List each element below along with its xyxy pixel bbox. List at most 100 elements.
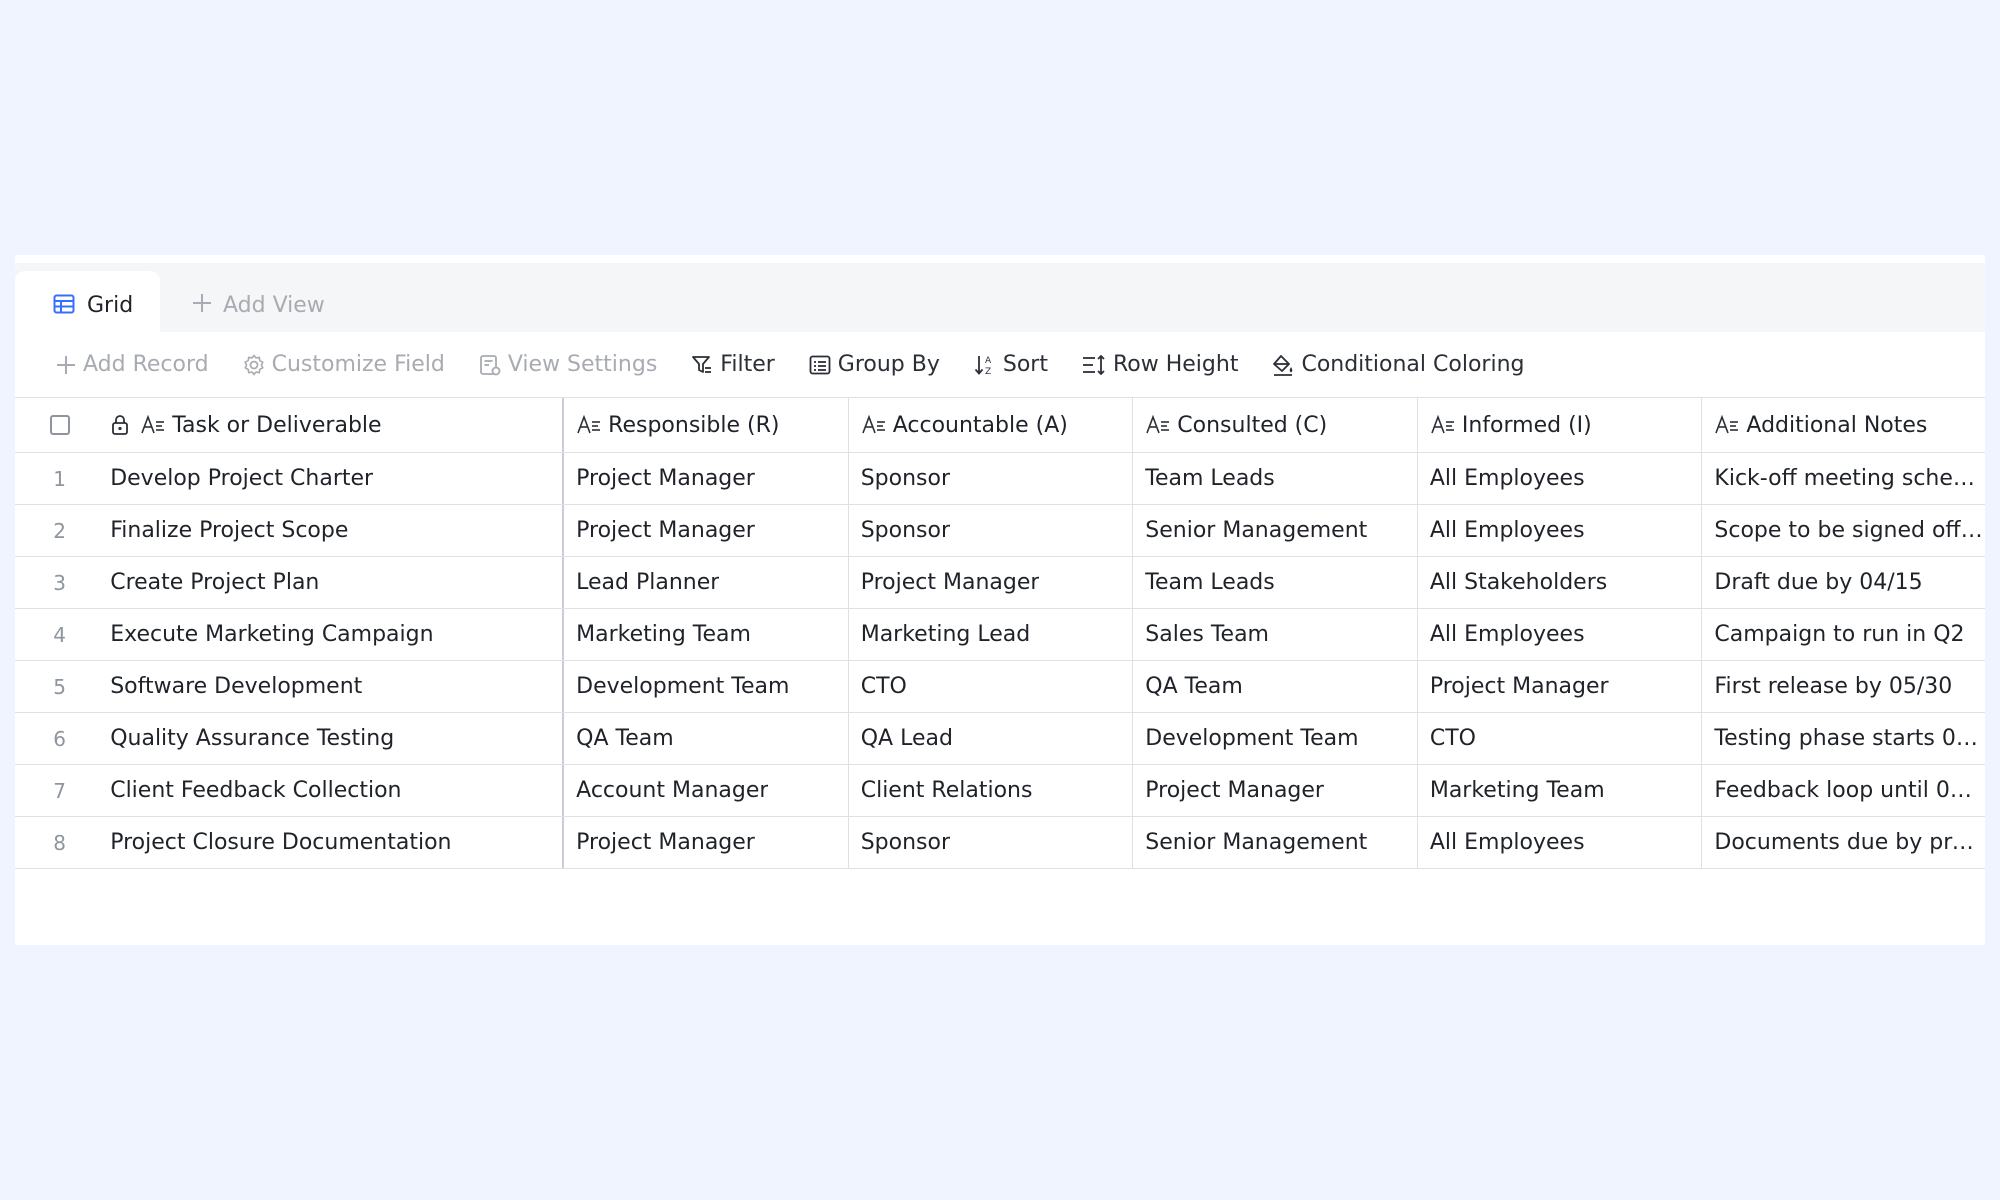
plus-icon	[55, 354, 77, 376]
cell-task[interactable]: Quality Assurance Testing	[104, 713, 565, 764]
plus-icon	[191, 292, 213, 320]
sort-button[interactable]: A Z Sort	[973, 352, 1048, 377]
cell-responsible[interactable]: Project Manager	[564, 453, 849, 504]
column-header-responsible-label: Responsible (R)	[608, 412, 780, 438]
table-row[interactable]: 7 Client Feedback Collection Account Man…	[15, 765, 1985, 817]
cell-responsible-text: Lead Planner	[576, 570, 720, 595]
column-header-accountable[interactable]: Accountable (A)	[849, 398, 1134, 452]
cell-accountable[interactable]: Client Relations	[849, 765, 1134, 816]
cell-notes[interactable]: Documents due by proj...	[1702, 817, 1985, 868]
cell-informed[interactable]: Marketing Team	[1418, 765, 1703, 816]
cell-accountable[interactable]: Project Manager	[849, 557, 1134, 608]
group-by-label: Group By	[837, 352, 940, 377]
customize-field-button[interactable]: Customize Field	[242, 352, 445, 377]
row-number-cell[interactable]: 1	[15, 453, 104, 504]
group-by-button[interactable]: Group By	[808, 352, 940, 377]
cell-responsible[interactable]: Marketing Team	[564, 609, 849, 660]
row-number-cell[interactable]: 5	[15, 661, 104, 712]
row-number-cell[interactable]: 2	[15, 505, 104, 556]
cell-informed[interactable]: All Stakeholders	[1418, 557, 1703, 608]
table-row[interactable]: 4 Execute Marketing Campaign Marketing T…	[15, 609, 1985, 661]
table-row[interactable]: 2 Finalize Project Scope Project Manager…	[15, 505, 1985, 557]
cell-notes[interactable]: Scope to be signed off b...	[1702, 505, 1985, 556]
cell-consulted[interactable]: Development Team	[1133, 713, 1418, 764]
cell-informed-text: Project Manager	[1429, 674, 1609, 699]
tab-grid[interactable]: Grid	[15, 271, 160, 340]
table-row[interactable]: 1 Develop Project Charter Project Manage…	[15, 453, 1985, 505]
cell-notes[interactable]: Draft due by 04/15	[1702, 557, 1985, 608]
cell-notes[interactable]: Kick-off meeting schedul...	[1702, 453, 1985, 504]
cell-accountable[interactable]: Sponsor	[849, 817, 1134, 868]
cell-responsible[interactable]: QA Team	[564, 713, 849, 764]
table-row[interactable]: 5 Software Development Development Team …	[15, 661, 1985, 713]
add-record-button[interactable]: Add Record	[55, 352, 209, 377]
cell-accountable-text: Sponsor	[860, 830, 951, 855]
cell-accountable[interactable]: Sponsor	[849, 453, 1134, 504]
row-height-button[interactable]: Row Height	[1081, 352, 1238, 377]
cell-consulted[interactable]: Team Leads	[1133, 453, 1418, 504]
table-row[interactable]: 3 Create Project Plan Lead Planner Proje…	[15, 557, 1985, 609]
column-header-responsible[interactable]: Responsible (R)	[564, 398, 849, 452]
cell-notes[interactable]: Testing phase starts 06/01	[1702, 713, 1985, 764]
table-row[interactable]: 6 Quality Assurance Testing QA Team QA L…	[15, 713, 1985, 765]
cell-accountable[interactable]: Sponsor	[849, 505, 1134, 556]
cell-consulted[interactable]: Senior Management	[1133, 817, 1418, 868]
table-row[interactable]: 8 Project Closure Documentation Project …	[15, 817, 1985, 869]
cell-responsible[interactable]: Account Manager	[564, 765, 849, 816]
cell-informed[interactable]: All Employees	[1418, 453, 1703, 504]
select-all-checkbox[interactable]	[49, 415, 70, 435]
column-header-task[interactable]: Task or Deliverable	[104, 398, 565, 452]
paint-bucket-icon	[1271, 353, 1295, 377]
row-number: 1	[53, 466, 66, 491]
row-number-cell[interactable]: 7	[15, 765, 104, 816]
filter-button[interactable]: Filter	[690, 352, 775, 377]
cell-informed[interactable]: All Employees	[1418, 609, 1703, 660]
cell-consulted[interactable]: Project Manager	[1133, 765, 1418, 816]
cell-responsible[interactable]: Development Team	[564, 661, 849, 712]
cell-responsible[interactable]: Project Manager	[564, 817, 849, 868]
cell-informed[interactable]: CTO	[1418, 713, 1703, 764]
cell-notes[interactable]: Feedback loop until 07/01	[1702, 765, 1985, 816]
cell-task[interactable]: Software Development	[104, 661, 565, 712]
cell-responsible-text: Project Manager	[576, 830, 755, 855]
select-all-cell[interactable]	[15, 398, 104, 452]
sort-label: Sort	[1002, 352, 1048, 377]
conditional-coloring-button[interactable]: Conditional Coloring	[1271, 352, 1524, 377]
cell-notes[interactable]: Campaign to run in Q2	[1702, 609, 1985, 660]
cell-task-text: Quality Assurance Testing	[110, 726, 395, 751]
cell-consulted[interactable]: Senior Management	[1133, 505, 1418, 556]
cell-task[interactable]: Client Feedback Collection	[104, 765, 565, 816]
cell-task-text: Software Development	[110, 674, 363, 699]
row-number: 8	[53, 830, 66, 855]
row-number-cell[interactable]: 4	[15, 609, 104, 660]
row-number-cell[interactable]: 3	[15, 557, 104, 608]
cell-task[interactable]: Develop Project Charter	[104, 453, 565, 504]
cell-consulted[interactable]: Sales Team	[1133, 609, 1418, 660]
cell-task[interactable]: Finalize Project Scope	[104, 505, 565, 556]
cell-accountable[interactable]: CTO	[849, 661, 1134, 712]
row-number-cell[interactable]: 6	[15, 713, 104, 764]
cell-notes[interactable]: First release by 05/30	[1702, 661, 1985, 712]
column-header-informed[interactable]: Informed (I)	[1418, 398, 1703, 452]
column-header-notes[interactable]: Additional Notes	[1702, 398, 1985, 452]
column-header-consulted[interactable]: Consulted (C)	[1133, 398, 1418, 452]
cell-consulted-text: Team Leads	[1145, 466, 1275, 491]
row-number-cell[interactable]: 8	[15, 817, 104, 868]
cell-task[interactable]: Create Project Plan	[104, 557, 565, 608]
view-tab-bar: Grid Add View	[15, 263, 1985, 340]
cell-informed[interactable]: All Employees	[1418, 505, 1703, 556]
cell-consulted[interactable]: Team Leads	[1133, 557, 1418, 608]
cell-accountable[interactable]: Marketing Lead	[849, 609, 1134, 660]
cell-informed[interactable]: Project Manager	[1418, 661, 1703, 712]
cell-accountable[interactable]: QA Lead	[849, 713, 1134, 764]
cell-consulted[interactable]: QA Team	[1133, 661, 1418, 712]
cell-informed[interactable]: All Employees	[1418, 817, 1703, 868]
cell-responsible[interactable]: Lead Planner	[564, 557, 849, 608]
cell-responsible[interactable]: Project Manager	[564, 505, 849, 556]
cell-responsible-text: Project Manager	[576, 466, 755, 491]
add-record-label: Add Record	[83, 352, 209, 377]
cell-task[interactable]: Project Closure Documentation	[104, 817, 565, 868]
add-view-button[interactable]: Add View	[191, 271, 325, 340]
view-settings-button[interactable]: View Settings	[478, 352, 657, 377]
cell-task[interactable]: Execute Marketing Campaign	[104, 609, 565, 660]
